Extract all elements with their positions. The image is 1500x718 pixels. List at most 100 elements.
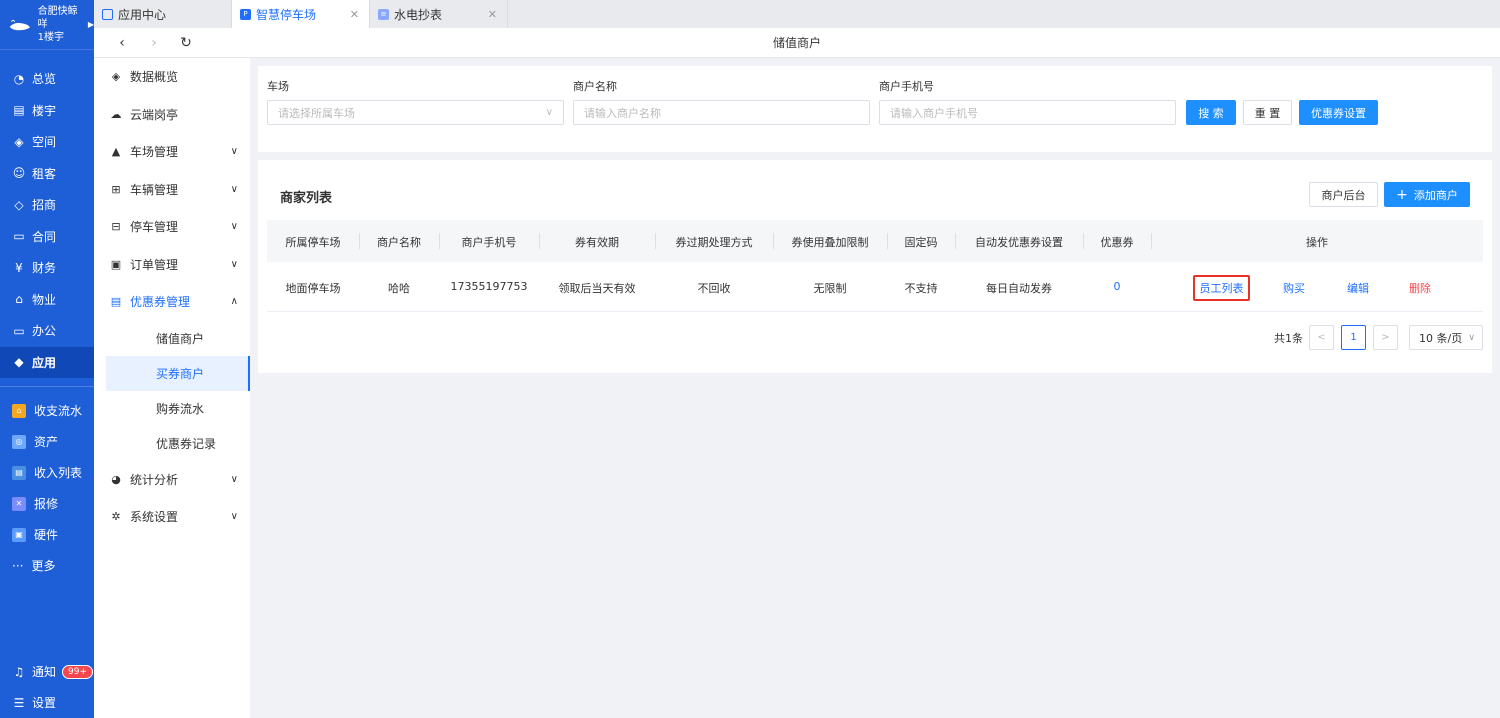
rail-label: 招商: [32, 198, 57, 213]
rail-more[interactable]: ··· 更多: [0, 550, 94, 581]
rail-item-contract[interactable]: ▭ 合同: [0, 221, 94, 253]
side-sub-coupon-records[interactable]: 优惠券记录: [106, 426, 250, 461]
rail-app-income[interactable]: ▤ 收入列表: [0, 457, 94, 488]
merchant-name-input[interactable]: 请输入商户名称: [573, 100, 870, 125]
lot-field: 车场 请选择所属车场 ∨: [267, 78, 564, 125]
rail-label: 空间: [32, 135, 57, 150]
side-sub-voucher-flow[interactable]: 购券流水: [106, 391, 250, 426]
rail-item-finance[interactable]: ¥ 财务: [0, 252, 94, 284]
tab-app-center[interactable]: 应用中心: [94, 0, 232, 28]
rail-label: 财务: [32, 261, 57, 276]
side-sub-label: 买券商户: [156, 366, 205, 381]
side-sub-label: 优惠券记录: [156, 436, 217, 451]
side-sub-voucher-merchants[interactable]: 买券商户: [106, 355, 250, 391]
people-icon: ☺: [12, 166, 26, 181]
rail-item-leasing[interactable]: ◇ 招商: [0, 189, 94, 221]
chevron-down-icon: ∨: [230, 221, 238, 233]
rail-settings[interactable]: ☰ 设置: [0, 687, 94, 718]
monitor-icon: ▭: [13, 323, 25, 338]
forward-icon[interactable]: ›: [138, 35, 170, 51]
rail-item-apps[interactable]: ◆ 应用: [0, 346, 94, 378]
meter-icon: ≡: [378, 8, 389, 20]
rail-app-assets[interactable]: ◎ 资产: [0, 426, 94, 457]
prev-page-icon[interactable]: <: [1309, 325, 1334, 350]
buy-link[interactable]: 购买: [1271, 280, 1317, 296]
back-icon[interactable]: ‹: [106, 35, 138, 51]
repair-icon: ✕: [12, 496, 26, 511]
staff-list-link[interactable]: 员工列表: [1193, 280, 1250, 296]
notification-badge: 99+: [62, 664, 94, 679]
rail-label: 硬件: [34, 528, 59, 542]
ticket-icon: ▤: [110, 295, 122, 309]
rail-app-repair[interactable]: ✕ 报修: [0, 488, 94, 519]
rail-item-tenant[interactable]: ☺ 租客: [0, 158, 94, 190]
rail-app-cashflow[interactable]: ⌂ 收支流水: [0, 395, 94, 426]
rail-item-space[interactable]: ◈ 空间: [0, 126, 94, 158]
side-label: 系统设置: [130, 510, 179, 525]
side-item-statistics[interactable]: ◕ 统计分析 ∨: [94, 461, 250, 499]
merchant-phone-input[interactable]: 请输入商户手机号: [879, 100, 1176, 125]
tab-label: 应用中心: [118, 7, 167, 22]
coupon-settings-button[interactable]: 优惠券设置: [1299, 100, 1378, 125]
merchant-backend-button[interactable]: 商户后台: [1309, 182, 1378, 207]
list-title: 商家列表: [280, 191, 333, 206]
chevron-down-icon: ∨: [230, 146, 238, 158]
rail-item-office[interactable]: ▭ 办公: [0, 315, 94, 347]
chevron-down-icon: ∨: [230, 183, 238, 195]
side-item-lot-mgmt[interactable]: ▲ 车场管理 ∨: [94, 133, 250, 171]
building-name: 1楼宇: [37, 32, 65, 43]
chevron-down-icon: ∨: [230, 511, 238, 523]
tab-meter-reading[interactable]: ≡ 水电抄表 ✕: [370, 0, 508, 28]
currency-icon: ¥: [15, 260, 23, 275]
rail-notifications[interactable]: ♫ 通知 99+: [0, 656, 94, 687]
merchant-phone-label: 商户手机号: [879, 80, 934, 93]
page-number[interactable]: 1: [1341, 325, 1366, 350]
chevron-up-icon: ∧: [230, 296, 238, 308]
edit-link[interactable]: 编辑: [1335, 280, 1381, 296]
col-validity: 券有效期: [575, 236, 619, 249]
side-item-system-settings[interactable]: ✲ 系统设置 ∨: [94, 498, 250, 536]
merchant-name-field: 商户名称 请输入商户名称: [573, 78, 870, 125]
rail-item-building[interactable]: ▤ 楼宇: [0, 95, 94, 127]
cell-stack: 无限制: [813, 282, 847, 295]
merchant-name-placeholder: 请输入商户名称: [584, 106, 661, 120]
rail-app-hardware[interactable]: ▣ 硬件: [0, 519, 94, 550]
side-item-coupon-mgmt[interactable]: ▤ 优惠券管理 ∧: [94, 283, 250, 321]
rail-label: 资产: [34, 435, 59, 449]
side-sub-stored-value-merchants[interactable]: 储值商户: [106, 321, 250, 356]
module-sidebar: ◈ 数据概览 ☁ 云端岗亭 ▲ 车场管理 ∨ ⊞ 车辆管理 ∨ ⊟ 停车管理 ∨ ▣ 订单管理 ∨ …: [94, 58, 250, 718]
page-size-select[interactable]: 10 条/页 ∨: [1409, 325, 1483, 350]
side-item-order-mgmt[interactable]: ▣ 订单管理 ∨: [94, 246, 250, 284]
side-item-parking-mgmt[interactable]: ⊟ 停车管理 ∨: [94, 208, 250, 246]
add-merchant-button[interactable]: + 添加商户: [1384, 182, 1470, 207]
road-icon: ▲: [111, 145, 121, 159]
col-auto: 自动发优惠券设置: [975, 236, 1063, 249]
rail-item-overview[interactable]: ◔ 总览: [0, 63, 94, 95]
side-item-overview[interactable]: ◈ 数据概览: [94, 58, 250, 96]
col-coupons: 优惠券: [1100, 236, 1134, 249]
tab-smart-parking[interactable]: P 智慧停车场 ✕: [232, 0, 370, 28]
reset-button[interactable]: 重 置: [1243, 100, 1292, 125]
side-item-vehicle-mgmt[interactable]: ⊞ 车辆管理 ∨: [94, 171, 250, 209]
close-icon[interactable]: ✕: [488, 8, 497, 21]
rail-label: 物业: [32, 292, 57, 307]
rail-label: 报修: [34, 497, 59, 511]
more-dots-icon: ···: [12, 558, 24, 573]
app-icon: ◆: [14, 355, 24, 370]
lot-select[interactable]: 请选择所属车场 ∨: [267, 100, 564, 125]
cell-coupons[interactable]: 0: [1083, 280, 1151, 293]
rail-item-property[interactable]: ⌂ 物业: [0, 284, 94, 316]
chevron-down-icon: ∨: [230, 258, 238, 270]
side-item-cloud-booth[interactable]: ☁ 云端岗亭: [94, 96, 250, 134]
brand-switcher[interactable]: 合肥快鲸咩 1楼宇 ▶: [0, 0, 94, 50]
close-icon[interactable]: ✕: [350, 8, 359, 21]
search-button[interactable]: 搜 索: [1186, 100, 1236, 125]
rail-label: 应用: [32, 355, 57, 370]
tab-label: 水电抄表: [394, 7, 443, 22]
table-row: 地面停车场 哈哈 17355197753 领取后当天有效 不回收 无限制 不支持…: [267, 262, 1483, 312]
refresh-icon[interactable]: ↻: [170, 35, 202, 51]
table-header: 所属停车场 商户名称 商户手机号 券有效期 券过期处理方式 券使用叠加限制 固定…: [267, 220, 1483, 262]
delete-link[interactable]: 删除: [1397, 280, 1443, 296]
next-page-icon[interactable]: >: [1373, 325, 1398, 350]
rail-label: 收入列表: [34, 466, 83, 480]
